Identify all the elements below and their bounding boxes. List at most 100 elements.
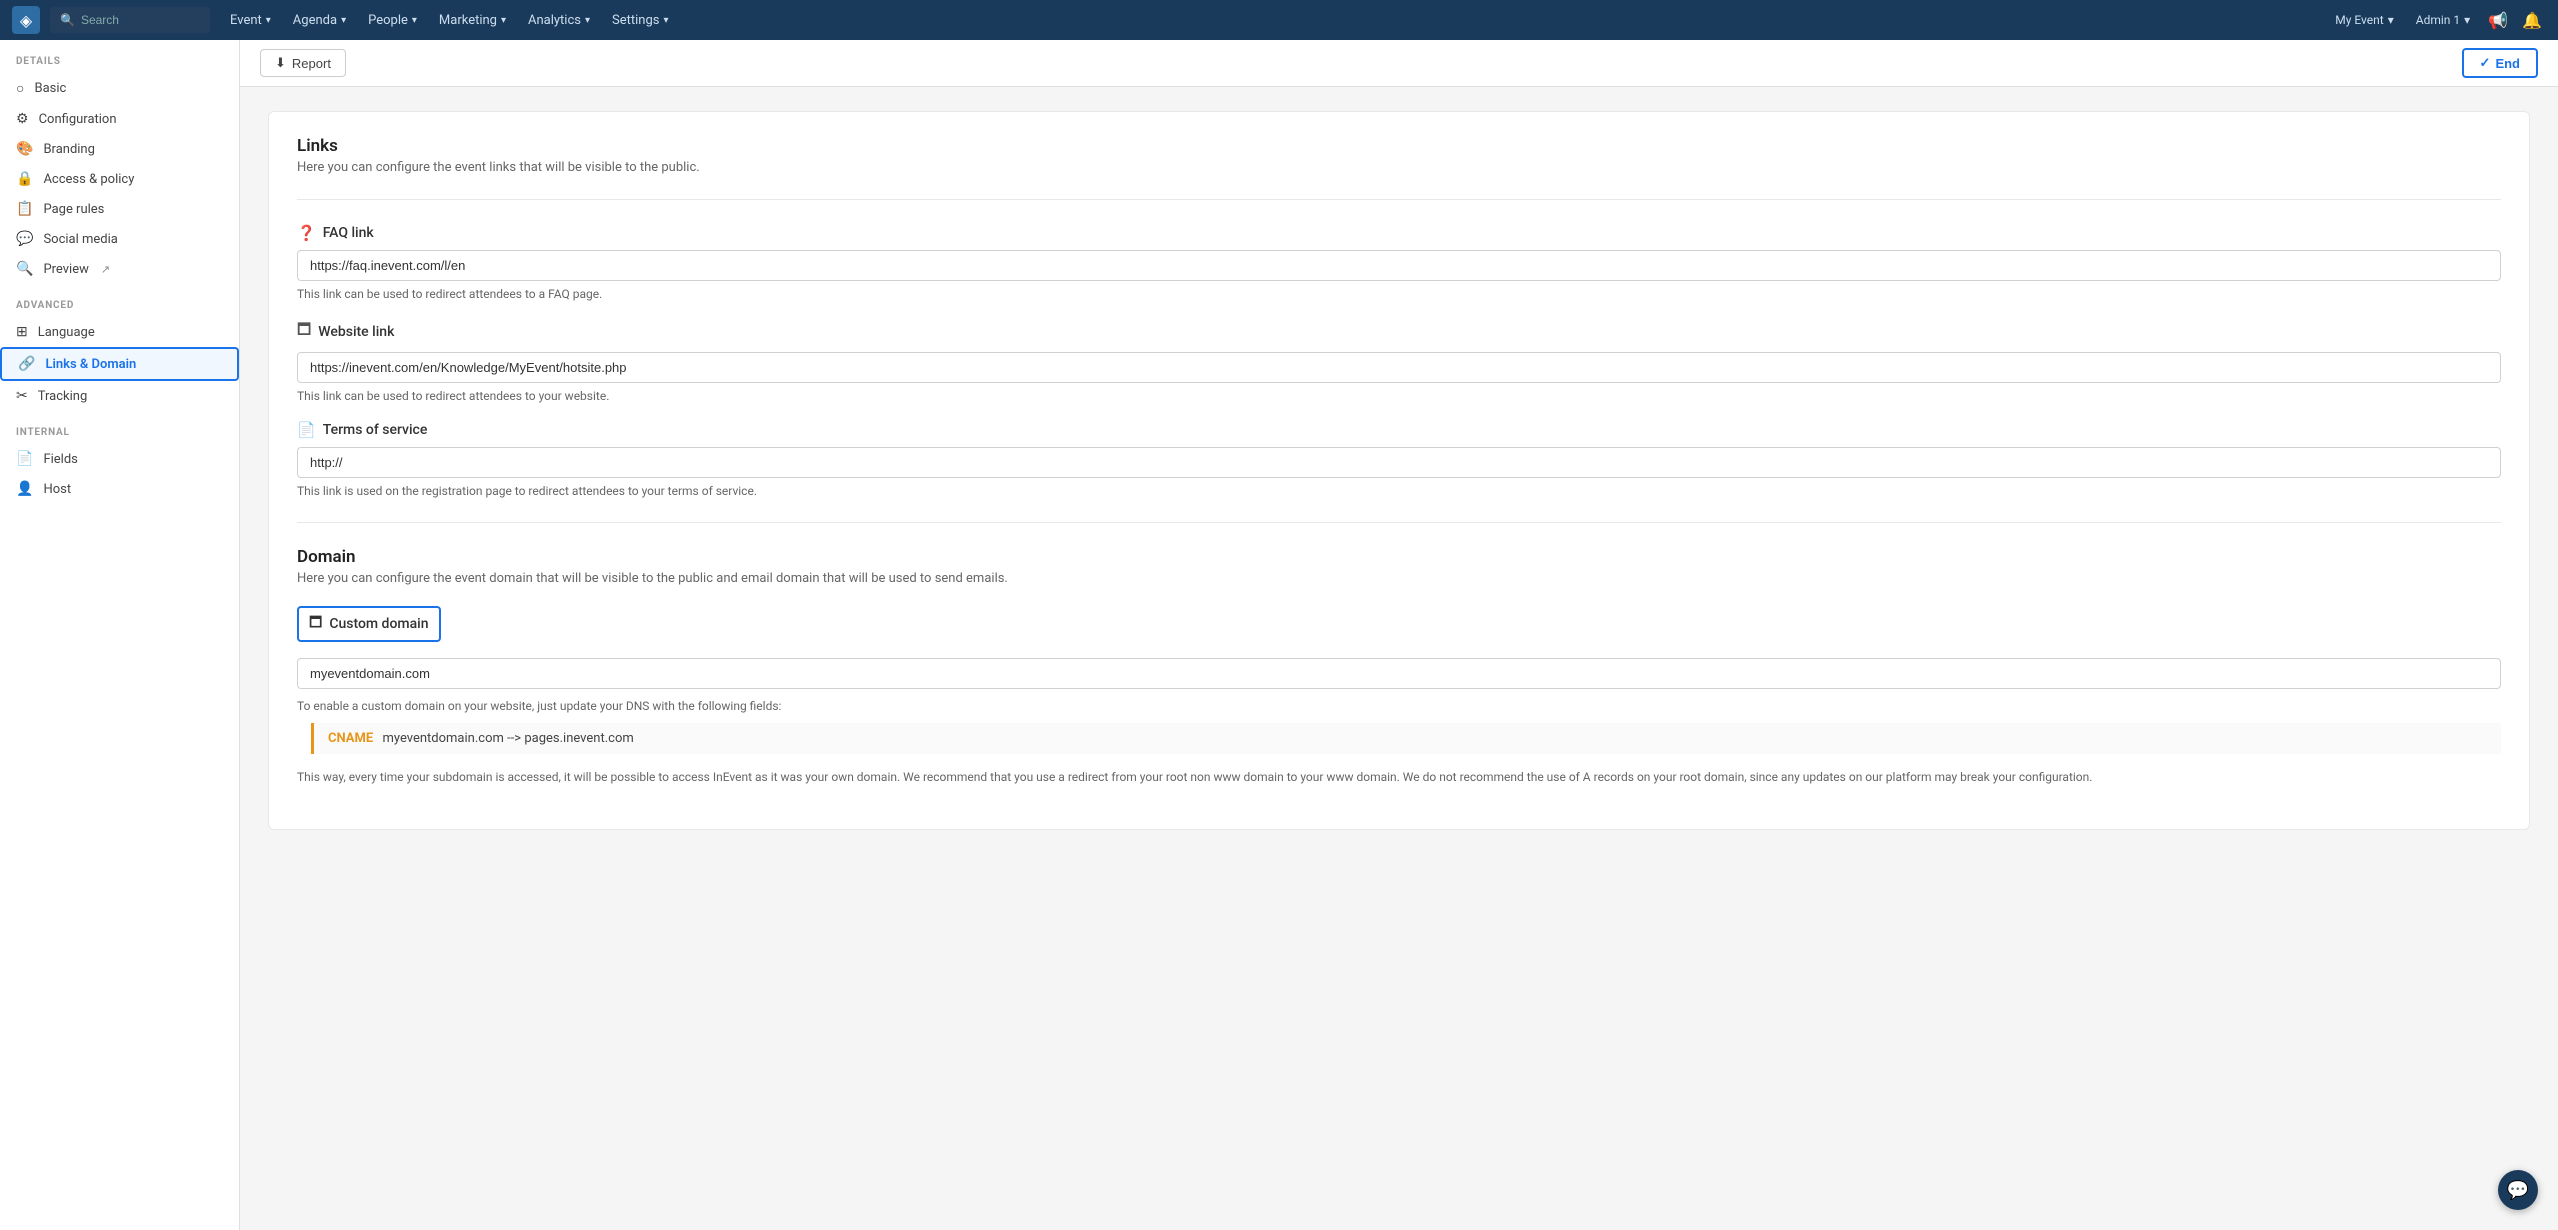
domain-bottom-desc: This way, every time your subdomain is a…: [297, 768, 2501, 787]
logo[interactable]: ◈: [12, 6, 40, 34]
faq-link-field: ❓ FAQ link This link can be used to redi…: [297, 224, 2501, 301]
nav-event[interactable]: Event ▾: [220, 8, 281, 33]
chevron-down-icon: ▾: [266, 15, 271, 26]
document-icon: 📄: [297, 421, 316, 439]
clipboard-icon: 📋: [16, 201, 33, 217]
browser-icon: 🗖: [309, 612, 322, 636]
domain-section-title: Domain: [297, 547, 2501, 567]
nav-analytics[interactable]: Analytics ▾: [518, 8, 600, 33]
sidebar-item-label: Host: [43, 482, 71, 497]
end-label: End: [2495, 56, 2520, 71]
faq-link-input[interactable]: [297, 250, 2501, 281]
sidebar-item-social-media[interactable]: 💬 Social media: [0, 224, 239, 254]
terms-link-label-text: Terms of service: [323, 422, 428, 438]
nav-agenda[interactable]: Agenda ▾: [283, 8, 356, 33]
sidebar-item-preview[interactable]: 🔍 Preview ↗: [0, 254, 239, 284]
chevron-down-icon: ▾: [412, 15, 417, 26]
grid-icon: ⊞: [16, 324, 28, 340]
topnav: ◈ 🔍 Event ▾ Agenda ▾ People ▾ Marketing …: [0, 0, 2558, 40]
sidebar-item-host[interactable]: 👤 Host: [0, 474, 239, 504]
sidebar-item-label: Access & policy: [43, 172, 134, 187]
sidebar-section-advanced: ADVANCED: [0, 284, 239, 317]
website-link-hint: This link can be used to redirect attend…: [297, 389, 2501, 403]
sidebar-item-links-domain[interactable]: 🔗 Links & Domain: [0, 347, 239, 381]
links-section-title: Links: [297, 136, 2501, 156]
admin-label: Admin 1: [2416, 13, 2460, 27]
sidebar-item-label: Language: [38, 325, 95, 340]
bell-icon[interactable]: 🔔: [2518, 7, 2546, 34]
nav-marketing-label: Marketing: [439, 13, 497, 28]
domain-divider: [297, 522, 2501, 523]
admin-dropdown[interactable]: Admin 1 ▾: [2408, 9, 2478, 31]
download-icon: ⬇: [275, 55, 286, 71]
domain-section-desc: Here you can configure the event domain …: [297, 571, 2501, 586]
cname-value: myeventdomain.com --> pages.inevent.com: [382, 731, 633, 746]
dns-hint: To enable a custom domain on your websit…: [297, 699, 2501, 713]
custom-domain-label-text: Custom domain: [329, 616, 428, 632]
chevron-down-icon: ▾: [2388, 13, 2394, 27]
sidebar-item-access-policy[interactable]: 🔒 Access & policy: [0, 164, 239, 194]
dns-block: CNAME myeventdomain.com --> pages.ineven…: [311, 723, 2501, 754]
faq-link-label: ❓ FAQ link: [297, 224, 2501, 242]
sidebar-item-tracking[interactable]: ✂ Tracking: [0, 381, 239, 411]
terms-link-field: 📄 Terms of service This link is used on …: [297, 421, 2501, 498]
main-toolbar: ⬇ Report ✓ End: [240, 40, 2558, 87]
links-domain-card: Links Here you can configure the event l…: [268, 111, 2530, 830]
sidebar-item-configuration[interactable]: ⚙ Configuration: [0, 104, 239, 134]
terms-link-label: 📄 Terms of service: [297, 421, 2501, 439]
terms-link-hint: This link is used on the registration pa…: [297, 484, 2501, 498]
chevron-down-icon: ▾: [2464, 13, 2470, 27]
circle-icon: ○: [16, 80, 24, 97]
search-box[interactable]: 🔍: [50, 7, 210, 33]
search-input[interactable]: [81, 13, 200, 27]
sidebar-item-label: Branding: [43, 142, 94, 157]
links-section-desc: Here you can configure the event links t…: [297, 160, 2501, 175]
megaphone-icon[interactable]: 📢: [2484, 7, 2512, 34]
chat-button[interactable]: 💬: [2498, 1170, 2538, 1210]
sidebar-item-page-rules[interactable]: 📋 Page rules: [0, 194, 239, 224]
checkmark-icon: ✓: [2480, 55, 2491, 71]
lock-icon: 🔒: [16, 171, 33, 187]
sidebar-item-label: Social media: [43, 232, 117, 247]
logo-icon: ◈: [20, 11, 32, 30]
palette-icon: 🎨: [16, 141, 33, 157]
page-content: Links Here you can configure the event l…: [240, 87, 2558, 854]
my-event-dropdown[interactable]: My Event ▾: [2327, 9, 2401, 31]
layout: DETAILS ○ Basic ⚙ Configuration 🎨 Brandi…: [0, 40, 2558, 1230]
chevron-down-icon: ▾: [664, 15, 669, 26]
link-icon: 🔗: [18, 356, 35, 372]
external-link-icon: ↗: [101, 263, 110, 276]
my-event-label: My Event: [2335, 13, 2383, 27]
custom-domain-field: 🗖 Custom domain To enable a custom domai…: [297, 606, 2501, 787]
nav-marketing[interactable]: Marketing ▾: [429, 8, 516, 33]
nav-agenda-label: Agenda: [293, 13, 337, 28]
sidebar-item-basic[interactable]: ○ Basic: [0, 73, 239, 104]
sidebar-item-language[interactable]: ⊞ Language: [0, 317, 239, 347]
question-icon: ❓: [297, 224, 316, 242]
faq-link-hint: This link can be used to redirect attend…: [297, 287, 2501, 301]
chevron-down-icon: ▾: [341, 15, 346, 26]
nav-people-label: People: [368, 13, 408, 28]
nav-settings[interactable]: Settings ▾: [602, 8, 679, 33]
chevron-down-icon: ▾: [585, 15, 590, 26]
report-button[interactable]: ⬇ Report: [260, 49, 346, 77]
end-button[interactable]: ✓ End: [2462, 48, 2538, 78]
sidebar-item-fields[interactable]: 📄 Fields: [0, 444, 239, 474]
website-link-input[interactable]: [297, 352, 2501, 383]
chevron-down-icon: ▾: [501, 15, 506, 26]
sidebar-item-label: Links & Domain: [45, 357, 136, 372]
sidebar-item-label: Fields: [43, 452, 77, 467]
custom-domain-input[interactable]: [297, 658, 2501, 689]
search-icon: 🔍: [60, 13, 75, 27]
nav-people[interactable]: People ▾: [358, 8, 427, 33]
scissors-icon: ✂: [16, 388, 28, 404]
website-link-field: 🗖 Website link This link can be used to …: [297, 319, 2501, 403]
terms-link-input[interactable]: [297, 447, 2501, 478]
gear-icon: ⚙: [16, 111, 29, 127]
faq-link-label-text: FAQ link: [323, 225, 374, 241]
website-link-label: 🗖 Website link: [297, 319, 2501, 344]
nav-settings-label: Settings: [612, 13, 659, 28]
sidebar-item-branding[interactable]: 🎨 Branding: [0, 134, 239, 164]
sidebar-item-label: Tracking: [38, 389, 88, 404]
sidebar-section-details: DETAILS: [0, 40, 239, 73]
